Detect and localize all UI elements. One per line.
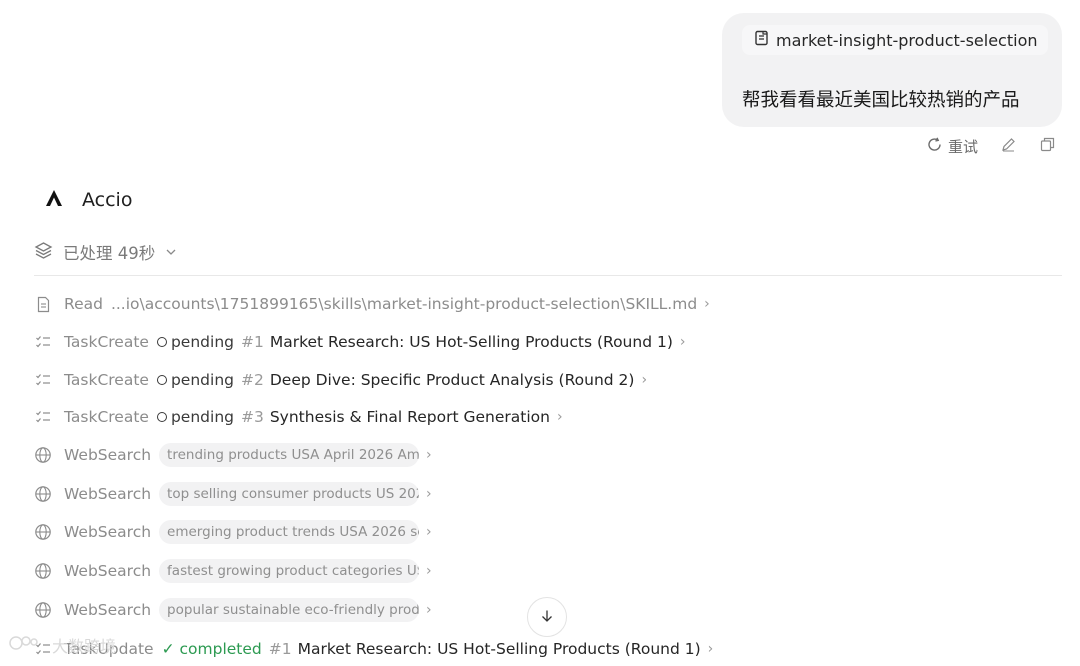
copy-icon: [1039, 136, 1056, 157]
pencil-icon: [1000, 136, 1017, 157]
task-title: Market Research: US Hot-Selling Products…: [297, 640, 701, 658]
task-title: Synthesis & Final Report Generation: [269, 408, 550, 426]
task-number: #1: [240, 333, 264, 351]
status-badge: pending: [156, 371, 234, 389]
user-message-text: 帮我看看最近美国比较热销的产品: [742, 90, 1020, 111]
step-web-search[interactable]: WebSearch emerging product trends USA 20…: [34, 519, 432, 545]
step-tool: WebSearch: [64, 523, 152, 541]
status-badge: pending: [156, 408, 234, 426]
step-web-search[interactable]: WebSearch popular sustainable eco-friend…: [34, 597, 432, 623]
step-tool: TaskCreate: [64, 333, 149, 351]
divider: [34, 275, 1062, 276]
step-web-search[interactable]: WebSearch top selling consumer products …: [34, 481, 432, 507]
task-list-icon: [34, 640, 52, 658]
chevron-right-icon: ›: [426, 563, 432, 579]
scroll-to-bottom-button[interactable]: [527, 597, 567, 637]
search-query: trending products USA April 2026 Amazon: [159, 443, 420, 467]
chevron-right-icon: ›: [679, 334, 686, 350]
skill-chip[interactable]: market-insight-product-selection: [742, 25, 1048, 55]
pending-icon: [156, 412, 167, 422]
step-web-search[interactable]: WebSearch trending products USA April 20…: [34, 442, 432, 468]
step-tool: Read: [64, 295, 103, 313]
task-number: #1: [268, 640, 292, 658]
chevron-right-icon: ›: [426, 602, 432, 618]
search-query: fastest growing product categories US e-…: [159, 559, 420, 583]
file-icon: [34, 295, 52, 313]
edit-button[interactable]: [1000, 136, 1017, 157]
globe-icon: [34, 523, 52, 541]
chevron-right-icon: ›: [707, 641, 714, 657]
step-tool: WebSearch: [64, 601, 152, 619]
pending-icon: [156, 375, 167, 385]
layers-icon: [34, 241, 53, 264]
step-task-create[interactable]: TaskCreate pending #3 Synthesis & Final …: [34, 404, 563, 430]
step-task-create[interactable]: TaskCreate pending #2 Deep Dive: Specifi…: [34, 367, 647, 393]
assistant-name: Accio: [82, 189, 133, 211]
chevron-right-icon: ›: [556, 409, 563, 425]
skill-chip-label: market-insight-product-selection: [776, 30, 1038, 50]
search-query: popular sustainable eco-friendly product…: [159, 598, 420, 622]
task-number: #2: [240, 371, 264, 389]
status-badge: pending: [156, 333, 234, 351]
task-title: Deep Dive: Specific Product Analysis (Ro…: [269, 371, 635, 389]
task-list-icon: [34, 408, 52, 426]
retry-button[interactable]: 重试: [926, 136, 978, 157]
step-tool: WebSearch: [64, 485, 152, 503]
step-web-search[interactable]: WebSearch fastest growing product catego…: [34, 558, 432, 584]
task-list-icon: [34, 371, 52, 389]
processed-toggle[interactable]: 已处理 49秒: [34, 240, 177, 264]
step-read[interactable]: Read ...io\accounts\1751899165\skills\ma…: [34, 291, 710, 317]
search-query: top selling consumer products US 2026 in: [159, 482, 420, 506]
assistant-header: Accio: [44, 188, 132, 212]
step-tool: TaskUpdate: [64, 640, 154, 658]
status-badge: ✓ completed: [161, 640, 262, 658]
globe-icon: [34, 446, 52, 464]
globe-icon: [34, 485, 52, 503]
step-task-update[interactable]: TaskUpdate ✓ completed #1 Market Researc…: [34, 636, 713, 662]
chevron-down-icon: [165, 243, 177, 262]
search-query: emerging product trends USA 2026 social: [159, 520, 420, 544]
step-tool: TaskCreate: [64, 371, 149, 389]
chevron-right-icon: ›: [704, 296, 710, 312]
task-list-icon: [34, 333, 52, 351]
step-tool: TaskCreate: [64, 408, 149, 426]
user-message-bubble: market-insight-product-selection 帮我看看最近美…: [722, 13, 1062, 127]
copy-button[interactable]: [1039, 136, 1056, 157]
pending-icon: [156, 337, 167, 347]
document-icon: [754, 30, 769, 50]
chevron-right-icon: ›: [641, 372, 648, 388]
step-tool: WebSearch: [64, 446, 152, 464]
task-title: Market Research: US Hot-Selling Products…: [269, 333, 673, 351]
chevron-right-icon: ›: [426, 447, 432, 463]
chevron-right-icon: ›: [426, 486, 432, 502]
retry-label: 重试: [947, 138, 978, 156]
globe-icon: [34, 601, 52, 619]
accio-logo-icon: [44, 188, 64, 212]
step-task-create[interactable]: TaskCreate pending #1 Market Research: U…: [34, 329, 686, 355]
arrow-down-icon: [540, 608, 554, 627]
globe-icon: [34, 562, 52, 580]
processed-label: 已处理 49秒: [63, 244, 156, 263]
step-path: ...io\accounts\1751899165\skills\market-…: [110, 295, 698, 313]
refresh-icon: [926, 136, 943, 157]
task-number: #3: [240, 408, 264, 426]
step-tool: WebSearch: [64, 562, 152, 580]
chevron-right-icon: ›: [426, 524, 432, 540]
message-actions: 重试: [926, 136, 1056, 157]
